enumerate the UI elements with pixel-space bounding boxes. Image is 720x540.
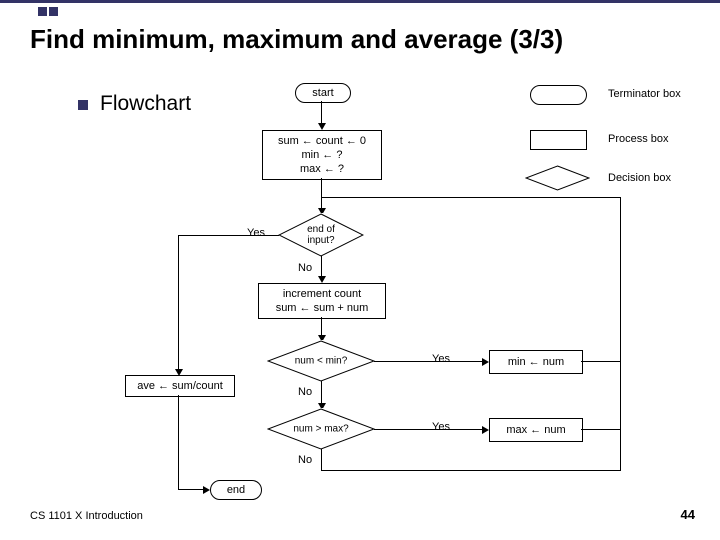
node-ave-label: ave ← sum/count (137, 379, 223, 393)
node-endinput-l2: input? (307, 235, 334, 246)
bullet-icon (78, 100, 88, 110)
arrow (178, 235, 279, 236)
arrow (321, 178, 322, 208)
node-setmin: min ← num (489, 350, 583, 374)
arrow (321, 470, 621, 471)
arrowhead-icon (203, 486, 210, 494)
arrowhead-icon (482, 426, 489, 434)
label-no-endinput: No (298, 262, 312, 274)
node-setmax-label: max ← num (506, 423, 565, 437)
legend-decision-label: Decision box (608, 172, 671, 184)
footer-left: CS 1101 X Introduction (30, 510, 143, 522)
node-inc-l1: increment count (283, 287, 361, 301)
legend-process-label: Process box (608, 133, 669, 145)
label-no-lt: No (298, 386, 312, 398)
arrow (581, 429, 621, 430)
legend-terminator-label: Terminator box (608, 88, 681, 100)
arrow (374, 429, 482, 430)
legend-decision-shape (525, 165, 590, 191)
arrow (581, 361, 621, 362)
arrow (321, 449, 322, 471)
arrow (321, 317, 322, 335)
node-gt: num > max? (267, 408, 375, 450)
arrowhead-icon (175, 369, 183, 376)
arrowhead-icon (318, 123, 326, 130)
node-endinput: end of input? (278, 213, 364, 257)
node-endinput-l1: end of (307, 224, 335, 235)
node-gt-label: num > max? (293, 424, 348, 435)
node-init-l3: max ← ? (300, 162, 344, 176)
page-title: Find minimum, maximum and average (3/3) (30, 24, 563, 55)
node-setmax: max ← num (489, 418, 583, 442)
label-no-gt: No (298, 454, 312, 466)
arrow (321, 101, 322, 123)
arrowhead-icon (318, 276, 326, 283)
arrow (178, 489, 203, 490)
node-lt-label: num < min? (295, 356, 348, 367)
node-init-l2: min ← ? (302, 148, 343, 162)
node-increment: increment count sum ← sum + num (258, 283, 386, 319)
node-setmin-label: min ← num (508, 355, 564, 369)
node-start: start (295, 83, 351, 103)
node-init: sum ← count ← 0 min ← ? max ← ? (262, 130, 382, 180)
node-end: end (210, 480, 262, 500)
accent-blocks (38, 3, 60, 21)
node-start-label: start (312, 87, 333, 99)
arrow (321, 381, 322, 403)
node-ave: ave ← sum/count (125, 375, 235, 397)
arrow (178, 235, 179, 369)
arrow (321, 256, 322, 276)
footer-right: 44 (681, 507, 695, 522)
header-rule (0, 0, 720, 3)
node-end-label: end (227, 484, 245, 496)
node-inc-l2: sum ← sum + num (276, 301, 369, 315)
label-yes-lt: Yes (432, 353, 450, 365)
legend-terminator-shape (530, 85, 587, 105)
subtitle: Flowchart (100, 92, 191, 116)
legend-process-shape (530, 130, 587, 150)
arrow (321, 197, 621, 198)
node-init-l1: sum ← count ← 0 (278, 134, 366, 148)
node-lt: num < min? (267, 340, 375, 382)
label-yes-endinput: Yes (247, 227, 265, 239)
arrow (178, 395, 179, 489)
arrow (374, 361, 482, 362)
label-yes-gt: Yes (432, 421, 450, 433)
arrowhead-icon (482, 358, 489, 366)
